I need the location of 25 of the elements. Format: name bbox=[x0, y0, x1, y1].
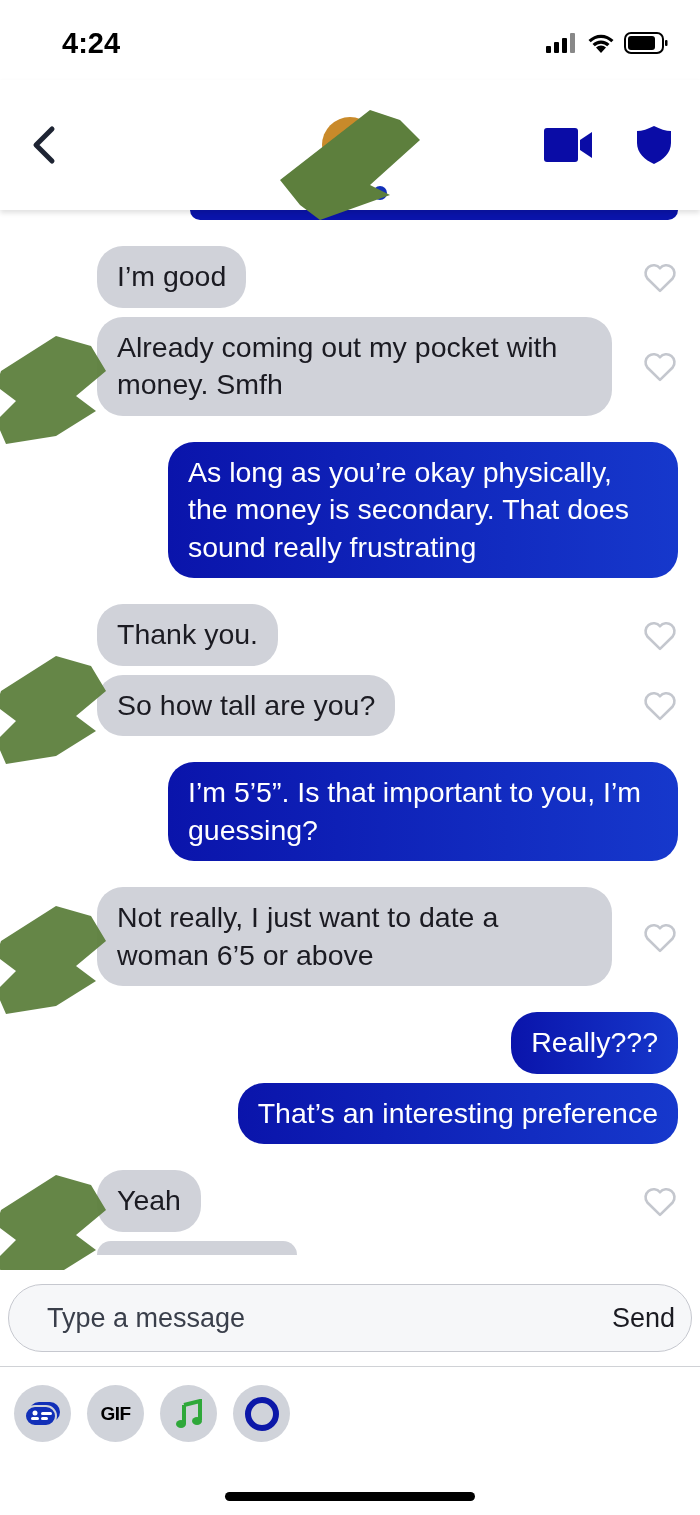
status-time: 4:24 bbox=[62, 25, 121, 60]
send-button[interactable]: Send bbox=[603, 1302, 683, 1334]
sent-message: As long as you’re okay physically, the money is secondary. That does sound really frustrating bbox=[168, 441, 678, 578]
heart-icon[interactable] bbox=[642, 350, 678, 382]
heart-icon[interactable] bbox=[642, 689, 678, 722]
wifi-icon bbox=[586, 32, 616, 54]
ring-icon bbox=[242, 1394, 281, 1433]
music-note-icon bbox=[174, 1398, 203, 1429]
ring-button[interactable] bbox=[233, 1385, 290, 1442]
signal-icon bbox=[546, 33, 578, 53]
message-field[interactable]: Type a message Send bbox=[8, 1284, 692, 1352]
music-note-button[interactable] bbox=[160, 1385, 217, 1442]
sent-message: That’s an interesting preference bbox=[237, 1082, 678, 1144]
sent-message: Really??? bbox=[511, 1012, 678, 1074]
sent-message: I’m 5’5”. Is that important to you, I’m guessing? bbox=[168, 762, 678, 861]
received-message: Not really, I just want to date a woman 6’5 or above bbox=[97, 887, 612, 986]
battery-icon bbox=[624, 32, 668, 54]
id-card-icon bbox=[23, 1400, 62, 1427]
received-message: So how tall are you? bbox=[97, 674, 396, 736]
id-card-button[interactable] bbox=[14, 1385, 71, 1442]
received-message: Already coming out my pocket with money. Smfh bbox=[97, 316, 612, 416]
received-message: Thank you. bbox=[97, 604, 278, 666]
received-message: Yeah bbox=[97, 1170, 201, 1232]
gif-button[interactable]: GIF bbox=[87, 1385, 144, 1442]
received-message: I’m good bbox=[97, 246, 247, 308]
